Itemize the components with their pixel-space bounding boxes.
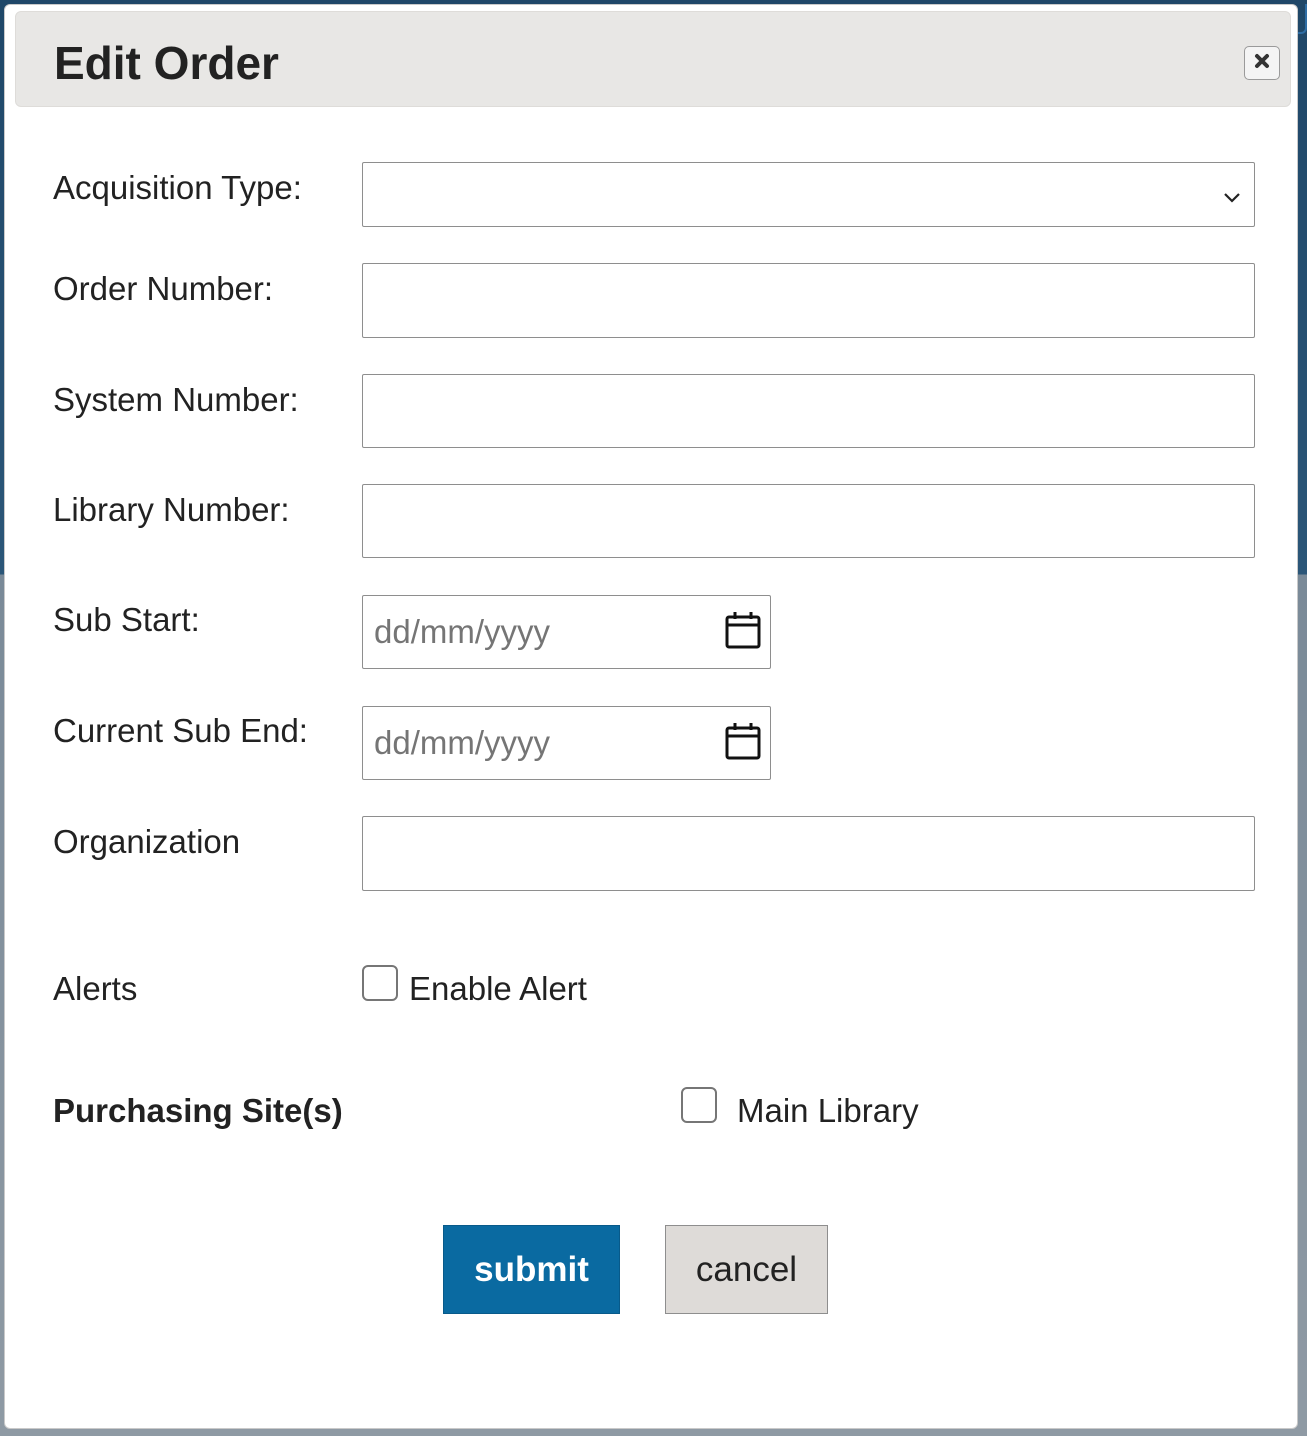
background-link-fragment	[1297, 4, 1307, 34]
main-library-label[interactable]: Main Library	[737, 1091, 919, 1131]
current-sub-end-date-input[interactable]: dd/mm/yyyy	[362, 706, 771, 780]
alerts-label: Alerts	[53, 970, 138, 1007]
sub-start-placeholder: dd/mm/yyyy	[374, 613, 551, 650]
close-button[interactable]	[1244, 46, 1280, 80]
order-number-input[interactable]	[362, 263, 1255, 338]
submit-button[interactable]: submit	[443, 1225, 620, 1314]
sub-start-date-input[interactable]: dd/mm/yyyy	[362, 595, 771, 669]
dialog-title: Edit Order	[54, 37, 279, 89]
cancel-button[interactable]: cancel	[665, 1225, 828, 1314]
enable-alert-checkbox[interactable]	[362, 965, 398, 1001]
dialog-header: Edit Order	[15, 11, 1291, 107]
sub-start-label: Sub Start:	[53, 601, 200, 638]
current-sub-end-label: Current Sub End:	[53, 712, 308, 749]
organization-label: Organization	[53, 823, 241, 860]
close-icon	[1254, 53, 1270, 74]
system-number-input[interactable]	[362, 374, 1255, 448]
library-number-input[interactable]	[362, 484, 1255, 558]
system-number-label: System Number:	[53, 381, 299, 418]
chevron-down-icon	[1222, 178, 1242, 212]
organization-input[interactable]	[362, 816, 1255, 891]
main-library-checkbox[interactable]	[681, 1087, 717, 1123]
edit-order-dialog: Edit Order Acquisition Type: Order Numbe…	[4, 4, 1298, 1429]
calendar-icon[interactable]	[724, 610, 762, 655]
acquisition-type-select[interactable]	[362, 162, 1255, 227]
acquisition-type-label: Acquisition Type:	[53, 169, 302, 206]
enable-alert-label[interactable]: Enable Alert	[409, 969, 587, 1009]
current-sub-end-placeholder: dd/mm/yyyy	[374, 724, 551, 761]
order-number-label: Order Number:	[53, 270, 274, 307]
library-number-label: Library Number:	[53, 491, 290, 528]
purchasing-sites-label: Purchasing Site(s)	[53, 1092, 343, 1129]
calendar-icon[interactable]	[724, 721, 762, 766]
